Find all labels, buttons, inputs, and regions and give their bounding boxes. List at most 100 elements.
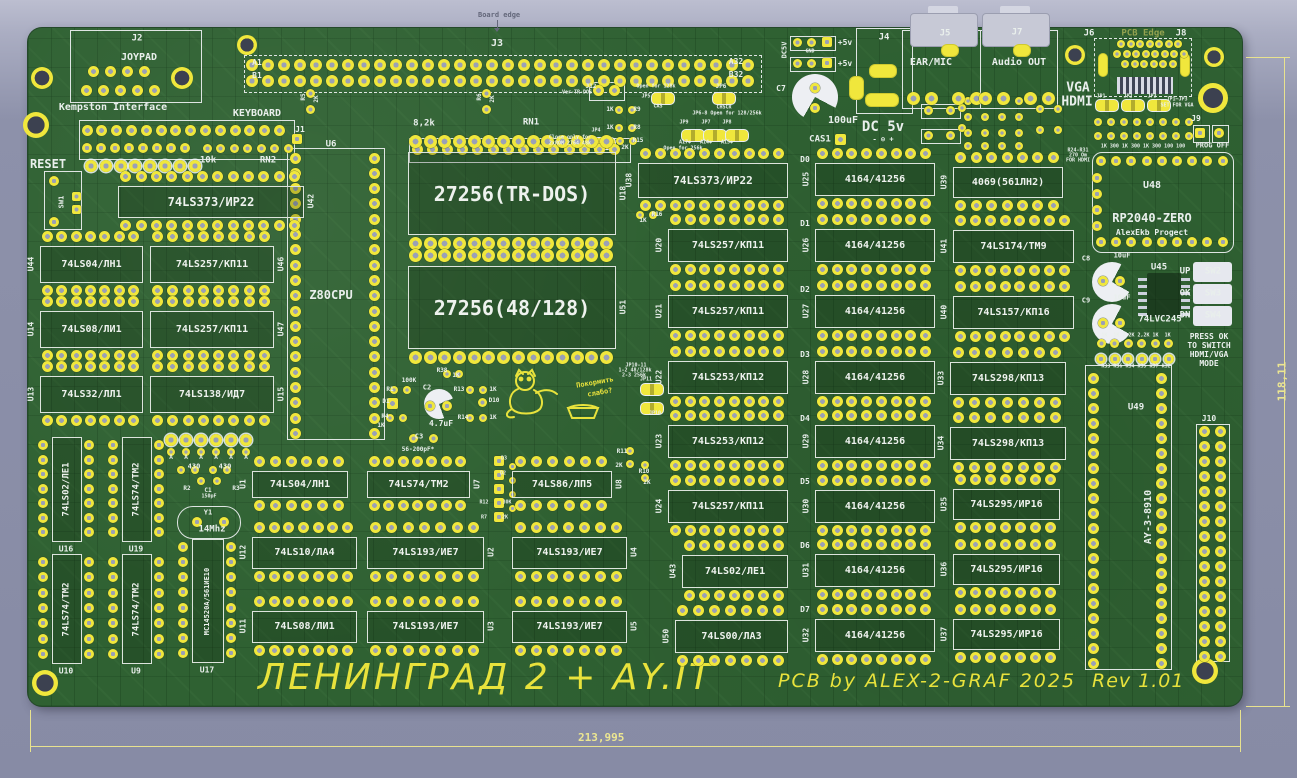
silk-label: J4 [879,34,890,43]
pad [259,296,270,307]
ic-label: 74LS74/ТМ2 [133,582,142,636]
pad [42,231,53,242]
pad [1018,347,1029,358]
pad [1156,523,1167,534]
pad [515,596,526,607]
pad [1156,448,1167,459]
silk-label: JP11 [640,378,652,383]
ic-ref: U47 [277,321,286,335]
pad [1107,132,1115,140]
silk-label: JP7 [701,121,710,126]
silk-label: J1 [295,126,305,134]
ic-ref: U10 [59,667,73,676]
pad [744,148,755,159]
pad [614,59,626,71]
pad [1137,339,1146,348]
pad [891,214,902,225]
silk-label: JP2 [1123,95,1132,100]
pad [685,214,696,225]
pad [822,37,832,47]
pad [183,415,194,426]
pad [1172,132,1180,140]
pad [1156,463,1167,474]
pad [1015,113,1023,121]
pad [1169,60,1177,68]
pad [317,456,328,467]
pad [1215,531,1226,542]
silk-label: MODE [1199,360,1218,368]
pad [42,285,53,296]
pad [244,231,255,242]
silk-label: 1K 300 1K 300 1K 300 100 100 [1101,145,1185,150]
pad [1000,265,1011,276]
pad [1215,486,1226,497]
pad [225,434,237,446]
ic-label: 74LS86/ЛП5 [532,480,592,490]
pad-slot [1013,44,1031,57]
pad [1150,60,1158,68]
pad [1137,354,1147,364]
pad [891,654,902,665]
pad [38,634,48,644]
pad [298,645,309,656]
pad [1140,60,1148,68]
pad [1110,339,1119,348]
silk-label: 74LVC245 [1138,316,1181,325]
pad [1059,331,1070,342]
silk-label: SW3 [1205,290,1221,299]
pad [998,129,1006,137]
ic-label: 74LS04/ЛН1 [61,260,121,270]
ic-u24: 74LS257/КП11 [668,490,788,523]
pad [985,265,996,276]
pad [1034,462,1045,473]
pad [566,59,578,71]
pad [180,434,192,446]
pad [284,144,293,153]
pad [178,618,188,628]
ic-label: 74LS298/КП13 [972,374,1044,384]
ic-u21: 74LS257/КП11 [668,295,788,328]
pad [670,280,681,291]
pad [512,135,525,148]
pad [183,231,194,242]
pad [832,525,843,536]
pad-slot [941,44,959,57]
ic-label: 74LS174/ТМ9 [980,242,1046,252]
pad [1000,522,1011,533]
ic-ref: U50 [662,628,671,642]
ic-label: 74LS295/ИР16 [970,565,1042,575]
pad [685,280,696,291]
pad [518,75,530,87]
pad [419,645,430,656]
pad [807,38,816,47]
pad [1002,152,1013,163]
pad [81,85,92,96]
pad [289,171,300,182]
pad [152,143,162,153]
pad [1146,132,1154,140]
pad [744,280,755,291]
pad [38,513,48,523]
pad [442,401,452,411]
silk-label: R5 [301,93,307,100]
silk-label: Open for 128k [636,85,675,90]
ic-u31: 4164/41256 [815,554,935,587]
pad [741,655,752,666]
pad [744,214,755,225]
pad [955,652,966,663]
pad [531,456,542,467]
ic-label: 74LS257/КП11 [176,260,248,270]
pad [1002,397,1013,408]
pad [729,346,740,357]
pad [154,603,164,613]
pad [259,285,270,296]
pad [1174,40,1182,48]
pad [326,75,338,87]
pad [773,605,784,616]
silk-label: R16 [652,212,663,218]
pad [369,428,380,439]
pcb-3d-viewport[interactable]: Board edge 213,995 118,11 ЛЕНИНГРАД 2 + … [0,0,1297,778]
pad [876,410,887,421]
ic-ref: U31 [802,562,811,576]
ic-ref: U22 [655,369,664,383]
